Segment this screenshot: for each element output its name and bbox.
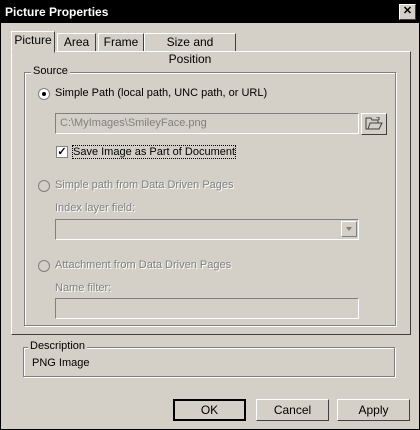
attachment-label: Attachment from Data Driven Pages — [55, 259, 232, 271]
path-field[interactable]: C:\MyImages\SmileyFace.png — [55, 113, 359, 134]
cancel-button[interactable]: Cancel — [256, 399, 329, 421]
description-group-label: Description — [28, 340, 88, 352]
tab-panel-picture: Source Simple Path (local path, UNC path… — [11, 51, 411, 335]
index-layer-label: Index layer field: — [55, 202, 136, 214]
simple-path-label: Simple Path (local path, UNC path, or UR… — [55, 87, 268, 99]
ddp-path-radio[interactable] — [38, 180, 50, 192]
index-layer-combo[interactable] — [55, 219, 359, 240]
picture-properties-dialog: Picture Properties ✕ Picture Area Frame … — [0, 0, 420, 430]
open-folder-icon — [365, 117, 383, 130]
tab-area[interactable]: Area — [57, 33, 96, 51]
window-title: Picture Properties — [5, 5, 109, 19]
save-image-label: Save Image as Part of Document — [71, 145, 237, 159]
radio-selected-dot — [42, 92, 46, 96]
source-group: Source Simple Path (local path, UNC path… — [24, 65, 396, 326]
tab-size-and-position[interactable]: Size and Position — [144, 33, 236, 66]
combo-dropdown-button[interactable] — [341, 221, 357, 237]
checkmark-icon: ✓ — [57, 146, 67, 158]
simple-path-radio[interactable] — [38, 88, 50, 100]
name-filter-label: Name filter: — [55, 282, 112, 294]
apply-button[interactable]: Apply — [337, 399, 410, 421]
title-bar: Picture Properties ✕ — [1, 1, 419, 23]
description-group: Description PNG Image — [23, 340, 395, 377]
save-image-checkbox[interactable]: ✓ — [56, 146, 68, 158]
browse-button[interactable] — [361, 113, 387, 135]
chevron-down-icon — [346, 227, 352, 231]
source-group-label: Source — [31, 65, 70, 77]
ok-button[interactable]: OK — [173, 399, 246, 421]
close-icon: ✕ — [402, 5, 413, 17]
description-text: PNG Image — [32, 357, 90, 369]
tab-frame[interactable]: Frame — [98, 33, 144, 51]
name-filter-field[interactable] — [55, 298, 359, 319]
attachment-radio[interactable] — [38, 260, 50, 272]
ddp-path-label: Simple path from Data Driven Pages — [55, 179, 234, 191]
close-button[interactable]: ✕ — [399, 4, 416, 20]
tab-picture[interactable]: Picture — [11, 31, 55, 53]
